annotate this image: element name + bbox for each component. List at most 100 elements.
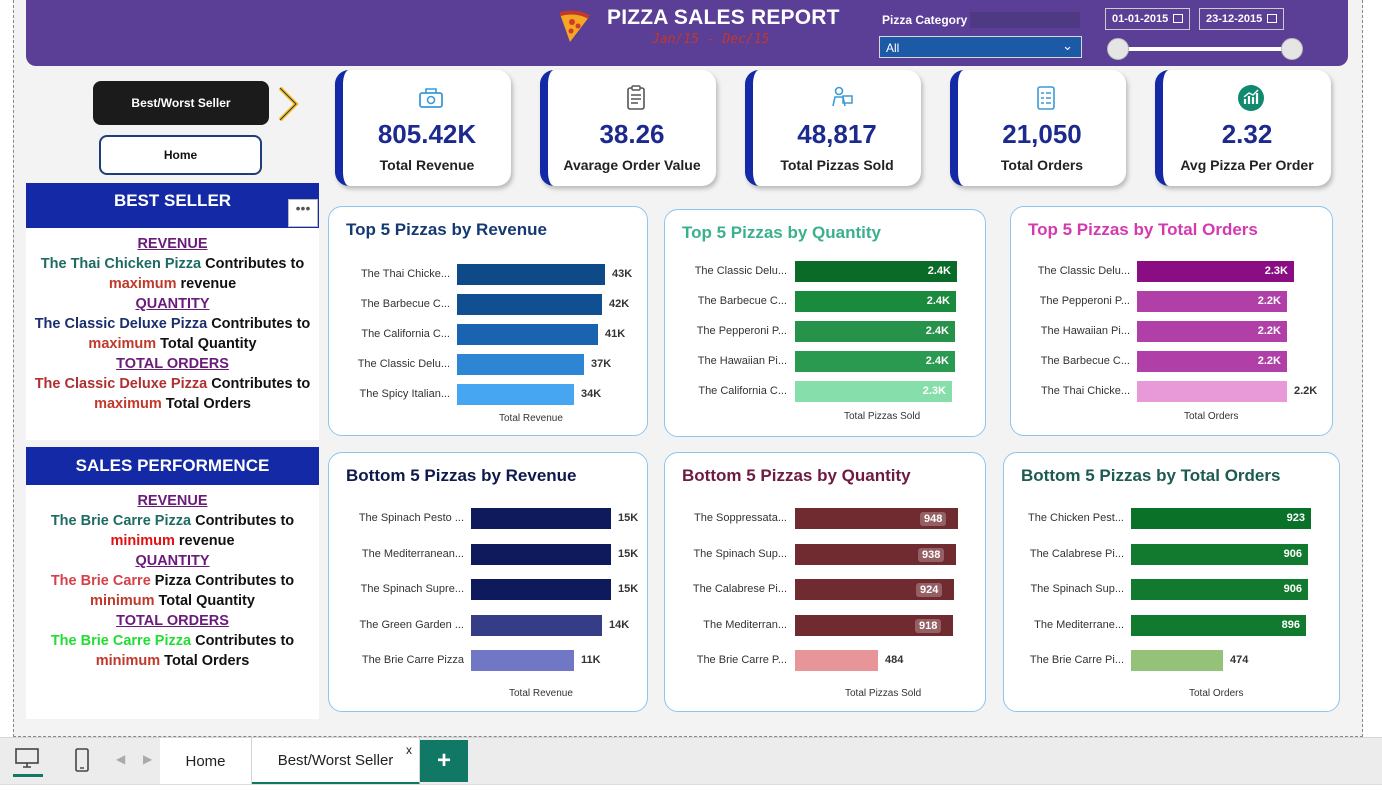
bar-value-label: 42K xyxy=(609,298,630,310)
chart-title: Top 5 Pizzas by Revenue xyxy=(346,220,547,239)
x-axis-title: Total Pizzas Sold xyxy=(845,688,922,699)
home-button[interactable]: Home xyxy=(99,135,262,175)
x-axis-title: Total Orders xyxy=(1184,411,1239,422)
bar-value-label: 34K xyxy=(581,388,602,400)
category-dropdown[interactable]: All ⌄ xyxy=(879,36,1082,58)
bar-category-label: The California C... xyxy=(698,385,787,397)
chart-icon xyxy=(1238,85,1264,111)
sales-performance-title: SALES PERFORMENCE xyxy=(26,447,319,485)
worst-quantity-text: Pizza Contributes to xyxy=(150,573,295,589)
chart-bar[interactable] xyxy=(1131,650,1223,671)
kpi-label: Total Pizzas Sold xyxy=(780,157,894,173)
chart-title: Bottom 5 Pizzas by Total Orders xyxy=(1021,466,1281,485)
bar-value-label: 2.3K xyxy=(922,385,946,397)
chart-bar[interactable] xyxy=(471,543,611,565)
bar-category-label: The Mediterrane... xyxy=(1034,618,1124,631)
end-date-input[interactable]: 23-12-2015 xyxy=(1199,8,1285,30)
chart-bar[interactable] xyxy=(457,324,598,345)
x-axis-title: Total Pizzas Sold xyxy=(844,411,921,422)
revenue-heading: REVENUE xyxy=(137,236,208,252)
mobile-view-icon[interactable] xyxy=(73,747,91,773)
worst-quantity-end: Total Quantity xyxy=(154,593,255,609)
chart-bar[interactable] xyxy=(457,294,602,315)
tab-home[interactable]: Home xyxy=(160,738,252,785)
worst-orders-keyword: minimum xyxy=(95,653,161,669)
best-quantity-end: Total Quantity xyxy=(156,336,257,352)
quantity-heading: QUANTITY xyxy=(135,296,210,312)
kpi-label: Avarage Order Value xyxy=(563,157,701,173)
bar-category-label: The Soppressata... xyxy=(694,512,787,524)
bar-category-label: The California C... xyxy=(361,328,450,340)
bar-category-label: The Pepperoni P... xyxy=(696,325,787,337)
best-revenue-keyword: maximum xyxy=(108,276,177,292)
chart-bar[interactable] xyxy=(471,650,574,671)
bar-value-label: 14K xyxy=(609,618,630,631)
best-orders-text: Contributes to xyxy=(207,376,311,392)
bar-value-label: 2.4K xyxy=(925,355,949,367)
best-revenue-pizza: The Thai Chicken Pizza xyxy=(40,256,202,272)
kpi-label: Avg Pizza Per Order xyxy=(1180,157,1314,173)
best-orders-keyword: maximum xyxy=(94,396,162,412)
page-tab-bar: ◀ ▶ Home Best/Worst Seller x + xyxy=(0,737,1382,785)
bar-value-label: 923 xyxy=(1286,512,1305,524)
order-list-icon xyxy=(1037,86,1055,110)
best-revenue-end: revenue xyxy=(176,276,237,292)
chart-bar[interactable] xyxy=(471,508,611,529)
date-slider-start-handle[interactable] xyxy=(1107,38,1129,60)
more-options-icon[interactable]: ••• xyxy=(288,199,318,227)
bar-value-label: 15K xyxy=(618,583,639,595)
worst-revenue-text: Contributes to xyxy=(191,513,295,529)
kpi-card-avg-pizza-per-order: 2.32 Avg Pizza Per Order xyxy=(1155,70,1331,186)
worst-orders-pizza: The Brie Carre Pizza xyxy=(50,633,192,649)
calendar-icon xyxy=(1267,14,1278,23)
report-period: Jan/15 - Dec/15 xyxy=(652,32,770,47)
best-worst-seller-button[interactable]: Best/Worst Seller xyxy=(93,81,269,125)
x-axis-title: Total Revenue xyxy=(499,413,563,424)
tab-best-worst-seller[interactable]: Best/Worst Seller xyxy=(252,738,420,785)
close-tab-icon[interactable]: x xyxy=(406,743,412,757)
desktop-view-icon[interactable] xyxy=(14,747,40,769)
chart-bar[interactable] xyxy=(471,579,611,600)
worst-orders-end: Total Orders xyxy=(160,653,250,669)
worst-revenue-pizza: The Brie Carre Pizza xyxy=(50,513,192,529)
kpi-card-total-pizzas-sold: 48,817 Total Pizzas Sold xyxy=(745,70,921,186)
category-dropdown-value: All xyxy=(886,41,900,55)
worst-revenue-keyword: minimum xyxy=(110,533,175,549)
kpi-card-total-revenue: 805.42K Total Revenue xyxy=(335,70,511,186)
scroll-right-icon[interactable]: ▶ xyxy=(143,752,152,766)
sales-performance-text: REVENUE The Brie Carre Pizza Contributes… xyxy=(26,491,319,671)
active-view-indicator xyxy=(13,774,43,777)
chart-bar[interactable] xyxy=(457,354,584,375)
report-title: PIZZA SALES REPORT xyxy=(607,6,840,29)
chevron-down-icon: ⌄ xyxy=(1062,38,1073,53)
chart-bar[interactable] xyxy=(795,650,878,671)
chart-bar[interactable] xyxy=(457,384,574,405)
chart-title: Bottom 5 Pizzas by Revenue xyxy=(346,466,577,485)
add-page-button[interactable]: + xyxy=(420,740,468,782)
bar-category-label: The Mediterranean... xyxy=(361,547,464,560)
worst-revenue-end: revenue xyxy=(174,533,235,549)
date-slider-end-handle[interactable] xyxy=(1281,38,1303,60)
bar-category-label: The Brie Carre Pi... xyxy=(1029,654,1124,666)
bar-category-label: The Calabrese Pi... xyxy=(692,583,787,595)
bar-value-label: 484 xyxy=(885,654,904,666)
status-bar xyxy=(0,784,1382,796)
scroll-left-icon[interactable]: ◀ xyxy=(116,752,125,766)
bar-value-label: 11K xyxy=(581,654,601,666)
best-quantity-text: Contributes to xyxy=(207,316,311,332)
chart-bar[interactable] xyxy=(471,614,602,636)
bar-category-label: The Spinach Supre... xyxy=(360,583,464,595)
bar-category-label: The Barbecue C... xyxy=(360,298,450,310)
bar-category-label: The Pepperoni P... xyxy=(1039,295,1130,307)
kpi-value: 805.42K xyxy=(377,119,477,149)
bar-value-label: 2.2K xyxy=(1257,355,1281,367)
chart-bar[interactable] xyxy=(1137,381,1287,402)
date-slider-track[interactable] xyxy=(1118,47,1293,51)
bar-value-label: 896 xyxy=(1281,618,1300,631)
chevron-right-icon[interactable] xyxy=(276,86,300,122)
start-date-input[interactable]: 01-01-2015 xyxy=(1105,8,1191,30)
kpi-value: 38.26 xyxy=(599,119,665,149)
bar-value-label: 906 xyxy=(1283,583,1302,595)
chart-bar[interactable] xyxy=(457,264,605,285)
bar-category-label: The Chicken Pest... xyxy=(1028,512,1124,524)
